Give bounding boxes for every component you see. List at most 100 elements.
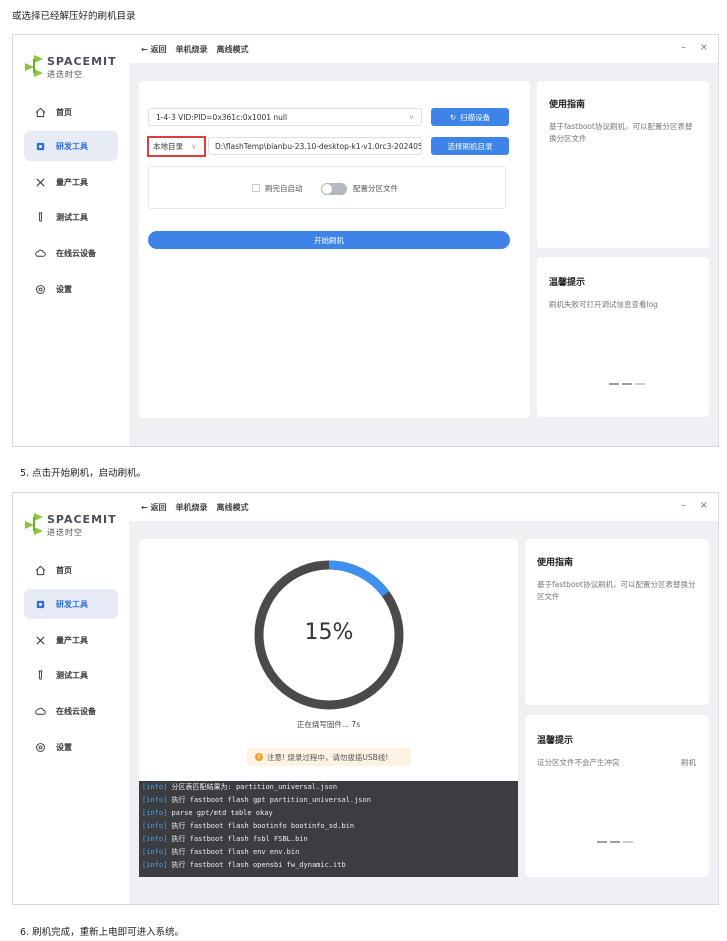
auto-reboot-checkbox[interactable] [252,184,260,192]
offline-mode-link[interactable]: 离线模式 [217,502,249,513]
tips-text: 刷机失败可打开调试信息查看log [549,300,658,309]
sidebar-item-dev-tools[interactable]: 研发工具 [24,131,118,161]
sidebar-item-dev-tools[interactable]: 研发工具 [24,589,118,619]
refresh-icon: ↻ [449,112,457,122]
logo-subtext: 进迭时空 [47,70,83,79]
sidebar-item-settings[interactable]: 设置 [24,274,118,304]
log-line: [info] 执行 fastboot flash bootinfo bootin… [142,822,355,830]
sidebar-item-mass-production[interactable]: 量产工具 [24,625,118,655]
tips-panel: 温馨提示 证分区文件不会产生冲突 刷机 [525,715,709,877]
sidebar: SPACEMIT 进迭时空 首页 研发工具 量产工具 测试工具 在线云设备 设置 [13,493,129,904]
flash-dir-path-input[interactable]: D:\flashTemp\bianbu-23.10-desktop-k1-v1.… [208,137,422,155]
carousel-dots[interactable] [597,841,633,843]
sidebar: SPACEMIT 进迭时空 首页 研发工具 量产工具 测试工具 在线云设备 设置 [13,35,129,446]
tips-panel: 温馨提示 刷机失败可打开调试信息查看log [537,257,709,417]
caption-top: 或选择已经解压好的刷机目录 [12,11,136,22]
sidebar-item-label: 研发工具 [56,599,88,609]
sidebar-item-home[interactable]: 首页 [24,97,118,127]
logo-text: SPACEMIT [47,55,117,68]
device-select[interactable]: 1-4-3 VID:PID=0x361c:0x1001 null ∨ [148,108,422,126]
spacemit-logo-mark-icon [25,513,43,535]
usb-warning-text: 注意! 烧录过程中，请勿拔插USB线! [267,752,389,762]
sidebar-item-settings[interactable]: 设置 [24,732,118,762]
cloud-icon [34,247,46,259]
tools-icon [34,176,46,188]
sidebar-item-label: 设置 [56,742,72,752]
tips-text-right: 刷机 [681,758,696,767]
sidebar-item-mass-production[interactable]: 量产工具 [24,167,118,197]
single-flash-link[interactable]: 单机烧录 [176,502,208,513]
back-button[interactable]: ← 返回 [141,502,167,513]
flash-tool-window-select-dir: SPACEMIT 进迭时空 首页 研发工具 量产工具 测试工具 在线云设备 设置 [12,34,719,447]
flash-status-text: 正在烧写固件... 7s [296,720,361,729]
usb-warning: ! 注意! 烧录过程中，请勿拔插USB线! [247,748,411,766]
sidebar-item-home[interactable]: 首页 [24,555,118,585]
guide-panel: 使用指南 基于fastboot协议刷机，可以配置分区表替换分区文件 [537,81,709,248]
caption-step6: 6. 刷机完成，重新上电即可进入系统。 [20,927,185,938]
caption-step5: 5. 点击开始刷机，启动刷机。 [20,468,147,479]
choose-flash-dir-button[interactable]: 选择刷机目录 [431,137,509,155]
tips-title: 温馨提示 [537,736,574,746]
log-line: [info] 执行 fastboot flash env env.bin [142,848,300,856]
guide-title: 使用指南 [549,100,586,110]
flash-log-console[interactable]: [info] 分区表匹配结果为: partition_universal.jso… [139,781,518,877]
flash-options-box: 刷完自启动 配置分区文件 [148,166,506,209]
log-line: [info] 分区表匹配结果为: partition_universal.jso… [142,783,338,791]
home-icon [34,106,46,118]
warning-icon: ! [255,753,263,761]
tips-text: 证分区文件不会产生冲突 [537,758,620,767]
spacemit-logo-mark-icon [25,55,43,77]
chevron-down-icon: ∨ [191,142,197,151]
local-dir-label: 本地目录 [153,142,183,151]
carousel-dots[interactable] [609,383,645,385]
device-icon [34,598,46,610]
spacemit-logo: SPACEMIT 进迭时空 [25,511,125,541]
sidebar-item-label: 在线云设备 [56,706,96,716]
tips-title: 温馨提示 [549,278,586,288]
local-dir-select[interactable]: 本地目录 ∨ [147,136,206,157]
sidebar-item-label: 在线云设备 [56,248,96,258]
close-button[interactable]: × [700,42,708,53]
scan-device-button[interactable]: ↻ 扫描设备 [431,108,509,126]
sidebar-item-cloud-devices[interactable]: 在线云设备 [24,696,118,726]
progress-ring: 15% [252,558,406,712]
scan-button-label: 扫描设备 [460,112,491,122]
device-select-value: 1-4-3 VID:PID=0x361c:0x1001 null [156,112,288,122]
test-tube-icon [34,669,46,681]
top-bar: ← 返回 单机烧录 离线模式 – × [129,493,718,521]
single-flash-link[interactable]: 单机烧录 [176,44,208,55]
back-button[interactable]: ← 返回 [141,44,167,55]
guide-title: 使用指南 [537,558,574,568]
logo-text: SPACEMIT [47,513,117,526]
log-line: [info] 执行 fastboot flash fsbl FSBL.bin [142,835,308,843]
minimize-button[interactable]: – [681,500,686,511]
flash-tool-window-progress: SPACEMIT 进迭时空 首页 研发工具 量产工具 测试工具 在线云设备 设置 [12,492,719,905]
partition-config-label: 配置分区文件 [353,184,398,193]
sidebar-item-label: 测试工具 [56,212,88,222]
offline-mode-link[interactable]: 离线模式 [217,44,249,55]
sidebar-item-test-tools[interactable]: 测试工具 [24,202,118,232]
start-flash-button[interactable]: 开始刷机 [148,231,510,249]
minimize-button[interactable]: – [681,42,686,53]
auto-reboot-label: 刷完自启动 [265,184,303,193]
partition-config-toggle[interactable] [321,183,347,195]
sidebar-item-label: 量产工具 [56,177,88,187]
cloud-icon [34,705,46,717]
guide-panel: 使用指南 基于fastboot协议刷机，可以配置分区表替换分区文件 [525,539,709,705]
settings-icon [34,283,46,295]
chevron-down-icon: ∨ [408,113,414,121]
top-bar: ← 返回 单机烧录 离线模式 – × [129,35,718,63]
sidebar-item-label: 研发工具 [56,141,88,151]
sidebar-item-cloud-devices[interactable]: 在线云设备 [24,238,118,268]
home-icon [34,564,46,576]
toggle-knob [322,184,332,194]
sidebar-item-label: 首页 [56,107,72,117]
sidebar-item-label: 首页 [56,565,72,575]
guide-text: 基于fastboot协议刷机，可以配置分区表替换分区文件 [549,122,693,143]
close-button[interactable]: × [700,500,708,511]
sidebar-item-test-tools[interactable]: 测试工具 [24,660,118,690]
tools-icon [34,634,46,646]
device-icon [34,140,46,152]
spacemit-logo: SPACEMIT 进迭时空 [25,53,125,83]
sidebar-item-label: 量产工具 [56,635,88,645]
